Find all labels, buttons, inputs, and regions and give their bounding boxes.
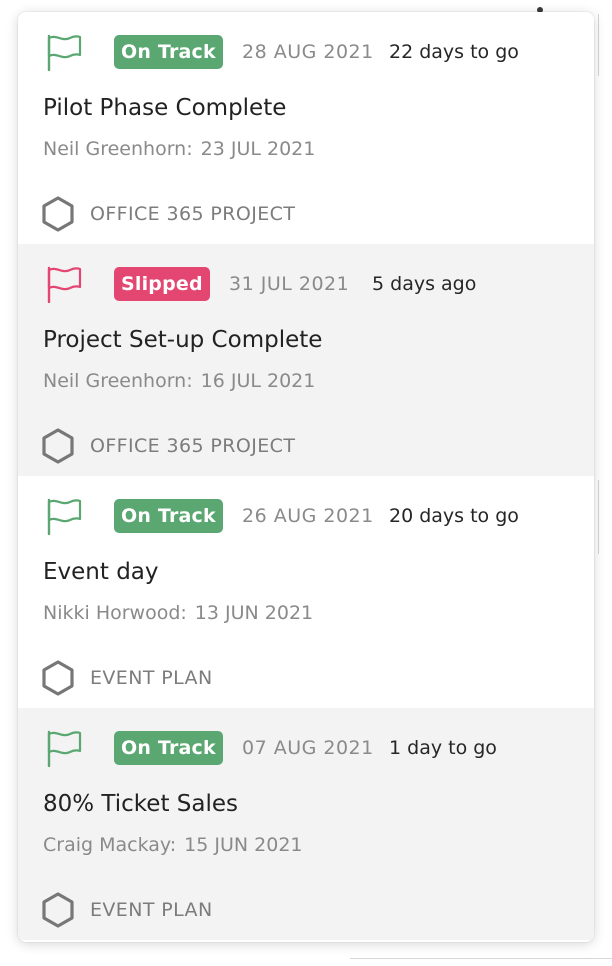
owner-date: 23 JUL 2021 bbox=[200, 138, 316, 160]
milestone-card[interactable]: On Track 26 AUG 2021 20 days to go Event… bbox=[18, 476, 594, 708]
owner-line: Neil Greenhorn: 23 JUL 2021 bbox=[43, 136, 315, 162]
background-divider bbox=[350, 958, 612, 959]
owner-line: Neil Greenhorn: 16 JUL 2021 bbox=[43, 368, 315, 394]
milestone-title[interactable]: Pilot Phase Complete bbox=[43, 92, 286, 124]
due-date: 26 AUG 2021 bbox=[242, 505, 374, 527]
flag-outline-icon bbox=[47, 498, 82, 535]
flag-outline-icon bbox=[47, 730, 82, 767]
milestone-card[interactable]: On Track 07 AUG 2021 1 day to go 80% Tic… bbox=[18, 708, 594, 940]
owner-line: Nikki Horwood: 13 JUN 2021 bbox=[43, 600, 313, 626]
milestone-title[interactable]: 80% Ticket Sales bbox=[43, 788, 238, 820]
relative-due: 1 day to go bbox=[389, 737, 497, 759]
due-date: 07 AUG 2021 bbox=[242, 737, 374, 759]
flag-outline-icon bbox=[47, 266, 82, 303]
status-badge: On Track bbox=[114, 35, 223, 69]
background-divider bbox=[598, 480, 599, 554]
owner-date: 13 JUN 2021 bbox=[194, 602, 314, 624]
owner-name: Neil Greenhorn: bbox=[43, 138, 193, 160]
project-name[interactable]: EVENT PLAN bbox=[90, 665, 213, 691]
owner-line: Craig Mackay: 15 JUN 2021 bbox=[43, 832, 303, 858]
owner-date: 16 JUL 2021 bbox=[200, 370, 316, 392]
milestone-card[interactable]: On Track 28 AUG 2021 22 days to go Pilot… bbox=[18, 12, 594, 244]
milestone-card[interactable]: Slipped 31 JUL 2021 5 days ago Project S… bbox=[18, 244, 594, 476]
flag-outline-icon bbox=[47, 34, 82, 71]
milestone-title[interactable]: Project Set-up Complete bbox=[43, 324, 322, 356]
hexagon-icon bbox=[42, 196, 74, 232]
due-date: 28 AUG 2021 bbox=[242, 41, 374, 63]
due-date: 31 JUL 2021 bbox=[229, 273, 350, 295]
relative-due: 20 days to go bbox=[389, 505, 519, 527]
hexagon-icon bbox=[42, 892, 74, 928]
project-name[interactable]: OFFICE 365 PROJECT bbox=[90, 201, 295, 227]
owner-name: Nikki Horwood: bbox=[43, 602, 187, 624]
hexagon-icon bbox=[42, 428, 74, 464]
hexagon-icon bbox=[42, 660, 74, 696]
relative-due: 5 days ago bbox=[372, 273, 477, 295]
project-name[interactable]: EVENT PLAN bbox=[90, 897, 213, 923]
status-badge: On Track bbox=[114, 499, 223, 533]
owner-date: 15 JUN 2021 bbox=[184, 834, 303, 856]
owner-name: Craig Mackay: bbox=[43, 834, 177, 856]
milestones-popup: On Track 28 AUG 2021 22 days to go Pilot… bbox=[18, 12, 594, 942]
project-name[interactable]: OFFICE 365 PROJECT bbox=[90, 433, 295, 459]
milestone-title[interactable]: Event day bbox=[43, 556, 159, 588]
status-badge: On Track bbox=[114, 731, 223, 765]
background-divider bbox=[598, 14, 599, 76]
owner-name: Neil Greenhorn: bbox=[43, 370, 193, 392]
relative-due: 22 days to go bbox=[389, 41, 519, 63]
status-badge: Slipped bbox=[114, 267, 210, 301]
